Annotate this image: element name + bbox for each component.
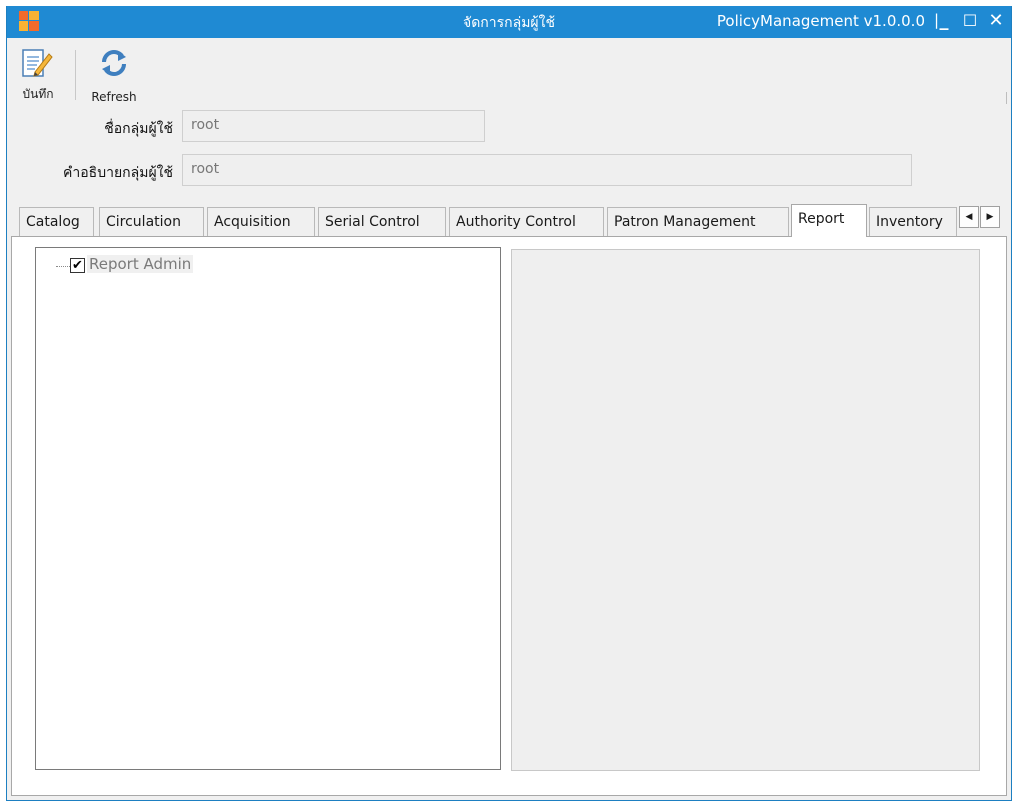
group-name-label: ชื่อกลุ่มผู้ใช้ [104, 121, 173, 137]
tab-report[interactable]: Report [791, 204, 867, 237]
refresh-button-label: Refresh [91, 90, 137, 104]
close-button[interactable]: ✕ [985, 8, 1007, 34]
minimize-button[interactable]: _ [933, 8, 955, 34]
toolbar-grip [1006, 92, 1007, 104]
tab-scroll-right-button[interactable]: ▶ [980, 206, 1000, 228]
tab-acquisition[interactable]: Acquisition [207, 207, 315, 237]
refresh-icon [102, 50, 126, 76]
title-bar[interactable]: จัดการกลุ่มผู้ใช้ PolicyManagement v1.0.… [7, 6, 1011, 38]
refresh-button[interactable]: Refresh [83, 44, 145, 104]
save-button-label: บันทึก [22, 87, 54, 101]
main-window: จัดการกลุ่มผู้ใช้ PolicyManagement v1.0.… [6, 6, 1012, 801]
tab-patron-management[interactable]: Patron Management [607, 207, 789, 237]
edit-document-icon [22, 49, 53, 77]
tab-authority-control[interactable]: Authority Control [449, 207, 604, 237]
tab-catalog[interactable]: Catalog [19, 207, 94, 237]
group-description-field[interactable]: root [182, 154, 912, 186]
toolbar: บันทึก Refresh [7, 38, 1011, 108]
group-description-label: คำอธิบายกลุ่มผู้ใช้ [63, 165, 173, 181]
tab-strip: Catalog Circulation Acquisition Serial C… [7, 204, 1011, 237]
detail-panel [511, 249, 980, 771]
tab-serial-control[interactable]: Serial Control [318, 207, 446, 237]
tab-scroll-left-button[interactable]: ◀ [959, 206, 979, 228]
tree-node-checkbox[interactable]: ✔ [70, 258, 85, 273]
app-version: PolicyManagement v1.0.0.0 [716, 12, 925, 30]
group-name-field[interactable]: root [182, 110, 485, 142]
permission-tree[interactable]: ✔ Report Admin [35, 247, 501, 770]
save-button[interactable]: บันทึก [15, 44, 61, 104]
tree-node-label[interactable]: Report Admin [87, 255, 194, 273]
maximize-button[interactable]: ☐ [959, 8, 981, 34]
report-tab-panel: ✔ Report Admin [11, 236, 1007, 796]
tab-inventory[interactable]: Inventory [869, 207, 957, 237]
tree-connector [56, 266, 70, 267]
toolbar-separator [75, 50, 76, 100]
tab-circulation[interactable]: Circulation [99, 207, 204, 237]
